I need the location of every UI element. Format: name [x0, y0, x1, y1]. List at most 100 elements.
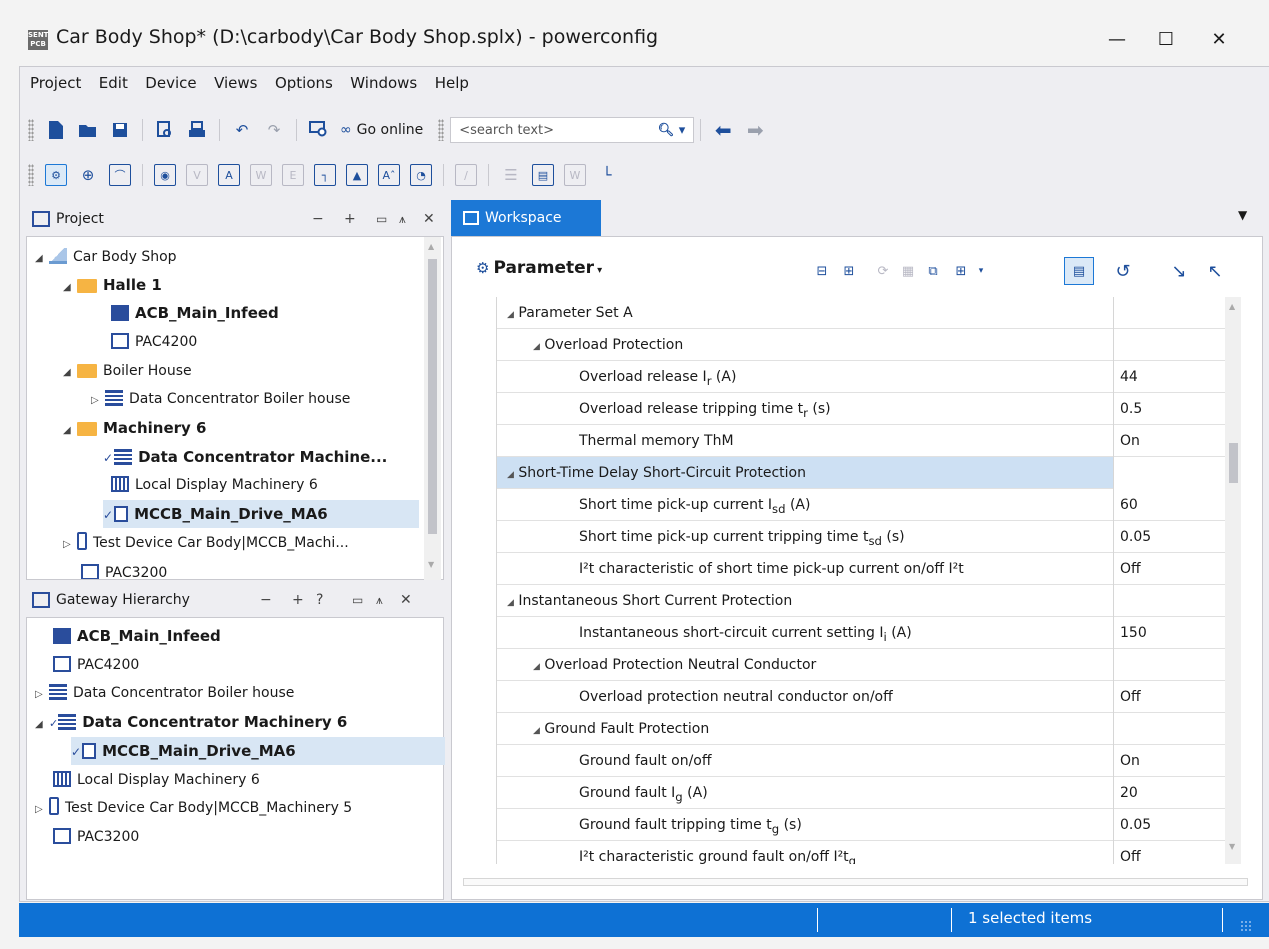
gateway-item-local-display[interactable]: Local Display Machinery 6 — [53, 766, 260, 794]
param-value[interactable]: 150 — [1113, 617, 1225, 649]
param-row[interactable]: Ground fault tripping time tg (s) 0.05 — [497, 809, 1225, 841]
curve-icon[interactable]: └ — [596, 164, 618, 186]
expand-icon[interactable]: ▷ — [91, 387, 105, 415]
print-icon[interactable] — [186, 119, 208, 141]
param-value[interactable]: 60 — [1113, 489, 1225, 521]
param-row[interactable]: Ground fault Ig (A) 20 — [497, 777, 1225, 809]
scroll-up-icon[interactable]: ▲ — [1229, 302, 1235, 311]
collapse-icon[interactable]: ◢ — [63, 274, 77, 302]
collapse-all-icon[interactable]: ⊟ — [811, 260, 833, 282]
configuration-icon[interactable]: ⚙ — [45, 164, 67, 186]
search-icon[interactable]: 🔍︎ ▾ — [658, 123, 686, 138]
warning-icon[interactable]: ▲ — [346, 164, 368, 186]
find-device-icon[interactable] — [308, 119, 330, 141]
gateway-item-mccb-main-drive[interactable]: ✓ MCCB_Main_Drive_MA6 — [71, 737, 445, 765]
gateway-item-acb-main-infeed[interactable]: ACB_Main_Infeed — [53, 622, 221, 650]
scroll-down-icon[interactable]: ▼ — [1229, 842, 1235, 851]
open-folder-icon[interactable] — [77, 119, 99, 141]
param-value[interactable]: Off — [1113, 681, 1225, 713]
param-value[interactable]: 0.05 — [1113, 809, 1225, 841]
toolbar-grip[interactable] — [28, 119, 34, 141]
undo-icon[interactable]: ↶ — [231, 119, 253, 141]
new-file-icon[interactable] — [45, 119, 67, 141]
clock-icon[interactable]: ◔ — [410, 164, 432, 186]
param-row-group[interactable]: ◢ Short-Time Delay Short-Circuit Protect… — [497, 457, 1225, 489]
param-row-group[interactable]: ◢ Ground Fault Protection — [497, 713, 1225, 745]
tree-item-data-concentrator-boiler[interactable]: ▷ Data Concentrator Boiler house — [91, 385, 350, 413]
pulse-icon[interactable]: ┐ — [314, 164, 336, 186]
expand-all-icon[interactable]: ⊞ — [838, 260, 860, 282]
eye-icon[interactable]: ◉ — [154, 164, 176, 186]
panel-float-icon[interactable]: ▭ — [352, 593, 363, 607]
print-preview-icon[interactable] — [154, 119, 176, 141]
menu-project[interactable]: Project — [30, 74, 81, 92]
param-row[interactable]: Overload release Ir (A) 44 — [497, 361, 1225, 393]
tree-item-machinery-6[interactable]: ◢ Machinery 6 — [63, 414, 206, 442]
param-row[interactable]: Overload protection neutral conductor on… — [497, 681, 1225, 713]
collapse-icon[interactable]: ◢ — [35, 711, 49, 739]
collapse-icon[interactable]: ◢ — [63, 417, 77, 445]
gateway-item-data-concentrator-boiler[interactable]: ▷ Data Concentrator Boiler house — [35, 679, 294, 707]
param-value[interactable]: 0.05 — [1113, 521, 1225, 553]
panel-expand-icon[interactable]: + — [292, 592, 304, 608]
param-row-group[interactable]: ◢ Parameter Set A — [497, 297, 1225, 329]
toolbar-grip[interactable] — [28, 164, 34, 186]
param-value[interactable]: Off — [1113, 841, 1225, 864]
help-icon[interactable]: ? — [316, 592, 323, 608]
gateway-item-test-device[interactable]: ▷ Test Device Car Body|MCCB_Machinery 5 — [35, 794, 352, 822]
tab-list-dropdown-icon[interactable]: ▼ — [1238, 208, 1247, 222]
collapse-icon[interactable]: ◢ — [533, 662, 540, 672]
collapse-icon[interactable]: ◢ — [507, 598, 514, 608]
maximize-button[interactable]: ☐ — [1143, 22, 1189, 58]
horizontal-splitter[interactable] — [463, 878, 1248, 886]
param-row[interactable]: Overload release tripping time tr (s) 0.5 — [497, 393, 1225, 425]
menu-edit[interactable]: Edit — [99, 74, 128, 92]
panel-expand-icon[interactable]: + — [344, 211, 356, 227]
menu-device[interactable]: Device — [145, 74, 196, 92]
upload-from-device-icon[interactable]: ↖ — [1204, 260, 1226, 282]
panel-float-icon[interactable]: ▭ — [376, 212, 387, 226]
param-value[interactable]: 20 — [1113, 777, 1225, 809]
tree-item-mccb-main-drive[interactable]: ✓ MCCB_Main_Drive_MA6 — [103, 500, 419, 528]
param-value[interactable]: 44 — [1113, 361, 1225, 393]
menu-options[interactable]: Options — [275, 74, 333, 92]
back-arrow-icon[interactable]: ⬅︎ — [712, 118, 734, 142]
search-input[interactable]: <search text> 🔍︎ ▾ — [450, 117, 695, 143]
save-icon[interactable] — [109, 119, 131, 141]
grid-scrollbar[interactable]: ▲ ▼ — [1225, 297, 1241, 864]
forward-arrow-icon[interactable]: ➡︎ — [744, 118, 766, 142]
param-row[interactable]: Short time pick-up current tripping time… — [497, 521, 1225, 553]
tree-item-local-display[interactable]: Local Display Machinery 6 — [111, 471, 318, 499]
toolbar-grip[interactable] — [438, 119, 445, 141]
param-row[interactable]: Ground fault on/off On — [497, 745, 1225, 777]
message-icon[interactable]: ▤ — [532, 164, 554, 186]
download-to-device-icon[interactable]: ↘ — [1168, 260, 1190, 282]
add-params-icon[interactable]: ⊞ — [950, 260, 972, 282]
close-button[interactable]: ✕ — [1196, 22, 1242, 58]
scroll-thumb[interactable] — [428, 259, 437, 534]
panel-minimize-icon[interactable]: − — [260, 592, 272, 608]
redo-icon[interactable]: ↷ — [263, 119, 285, 141]
peak-icon[interactable]: Aˆ — [378, 164, 400, 186]
tree-item-car-body-shop[interactable]: ◢ Car Body Shop — [35, 243, 177, 271]
chevron-down-icon[interactable]: ▾ — [970, 260, 992, 282]
param-value[interactable]: On — [1113, 425, 1225, 457]
panel-close-icon[interactable]: ✕ — [423, 211, 435, 227]
scroll-down-icon[interactable]: ▼ — [428, 560, 434, 569]
tab-workspace[interactable]: Workspace — [451, 200, 601, 236]
param-row[interactable]: I²t characteristic of short time pick-up… — [497, 553, 1225, 585]
minimize-button[interactable]: — — [1094, 22, 1140, 58]
collapse-icon[interactable]: ◢ — [533, 726, 540, 736]
collapse-icon[interactable]: ◢ — [63, 359, 77, 387]
expand-icon[interactable]: ▷ — [35, 681, 49, 709]
param-row[interactable]: I²t characteristic ground fault on/off I… — [497, 841, 1225, 864]
parameter-title[interactable]: ⚙ Parameter ▾ — [476, 258, 602, 278]
tree-item-pac3200[interactable]: PAC3200 — [81, 559, 167, 579]
undo-changes-icon[interactable]: ↺ — [1112, 260, 1134, 282]
tree-item-boiler-house[interactable]: ◢ Boiler House — [63, 357, 192, 385]
tree-item-test-device[interactable]: ▷ Test Device Car Body|MCCB_Machi... — [63, 529, 349, 557]
go-online-button[interactable]: ∞ Go online — [340, 119, 423, 141]
collapse-icon[interactable]: ◢ — [35, 245, 49, 273]
tree-item-data-concentrator-machinery[interactable]: ✓ Data Concentrator Machine... — [103, 443, 387, 471]
menu-windows[interactable]: Windows — [350, 74, 417, 92]
